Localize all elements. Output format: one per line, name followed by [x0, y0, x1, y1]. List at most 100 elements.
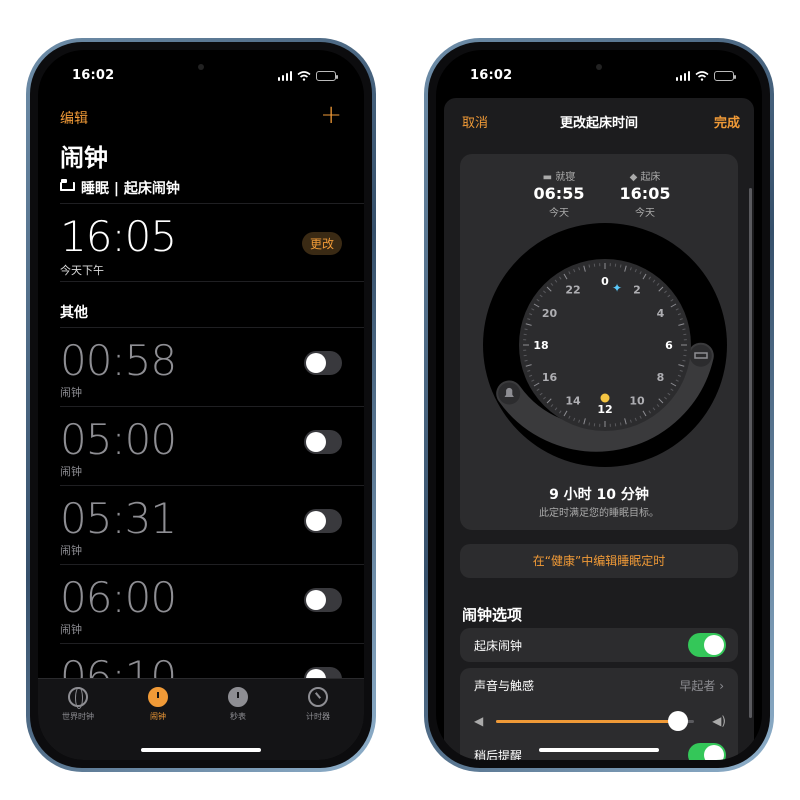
snooze-label: 稍后提醒 — [474, 749, 523, 760]
change-wake-time-screen: 16:02 取消 更改起床时间 完成 ▬ 就寝 06:55 今天 ◆ 起床 16… — [436, 50, 762, 760]
tab-alarm[interactable]: 闹钟 — [118, 687, 198, 722]
tab-timer[interactable]: 计时器 — [278, 687, 358, 722]
snooze-toggle[interactable] — [688, 743, 726, 760]
volume-row: ◀ ◀) — [460, 704, 738, 738]
wifi-icon — [695, 71, 709, 81]
battery-icon — [714, 71, 736, 81]
sleep-dial[interactable]: 0 2 4 6 8 10 14 16 18 20 22 12 ✦ — [480, 220, 730, 470]
sound-haptics-label: 声音与触感 — [474, 679, 535, 693]
edit-in-health-button[interactable]: 在“健康”中编辑睡眠定时 — [460, 544, 738, 578]
home-indicator[interactable] — [539, 748, 659, 752]
wifi-icon — [297, 71, 311, 81]
volume-thumb[interactable] — [668, 711, 689, 731]
globe-icon — [68, 687, 88, 709]
tab-label: 闹钟 — [150, 712, 166, 721]
sparkle-icon: ✦ — [612, 281, 622, 295]
right-phone: 16:02 取消 更改起床时间 完成 ▬ 就寝 06:55 今天 ◆ 起床 16… — [424, 38, 774, 772]
wake-alarm-subtitle: 今天下午 — [60, 264, 104, 277]
speaker-low-icon: ◀ — [474, 714, 484, 728]
dial-hour-label: 20 — [542, 307, 558, 320]
sleep-goal-note: 此定时满足您的睡眠目标。 — [539, 508, 659, 519]
sound-value: 早起者 — [679, 679, 716, 693]
alarm-label: 闹钟 — [60, 465, 82, 478]
dial-tick — [619, 422, 622, 426]
status-time: 16:02 — [72, 68, 115, 83]
cellular-signal-icon — [675, 71, 690, 81]
dial-tick — [524, 359, 528, 362]
bedtime-label: 就寝 — [555, 172, 576, 183]
alarm-label: 闹钟 — [60, 544, 82, 557]
edit-sheet: 取消 更改起床时间 完成 ▬ 就寝 06:55 今天 ◆ 起床 16:05 今天 — [444, 98, 754, 760]
alarm-row[interactable]: 06:00 闹钟 — [60, 565, 364, 644]
sleep-section-label: 睡眠 | 起床闹钟 — [81, 181, 180, 197]
dial-tick — [682, 359, 686, 362]
chevron-right-icon: › — [719, 679, 724, 693]
dial-hour-label: 22 — [565, 284, 580, 297]
status-bar: 16:02 — [436, 68, 762, 88]
left-phone: 16:02 编辑 + 闹钟 睡眠 | 起床闹钟 16:05 今天下午 更改 其他… — [26, 38, 376, 772]
bed-icon — [60, 179, 75, 191]
alarm-row[interactable]: 00:58 闹钟 — [60, 328, 364, 407]
alarm-time: 05:31 — [60, 494, 177, 543]
scrollbar[interactable] — [749, 188, 752, 718]
bedtime-summary: ▬ 就寝 06:55 今天 — [514, 168, 604, 219]
stopwatch-icon — [228, 687, 248, 707]
status-bar: 16:02 — [38, 68, 364, 88]
alarm-toggle[interactable] — [304, 351, 342, 375]
tab-label: 计时器 — [306, 712, 330, 721]
alarm-toggle[interactable] — [304, 430, 342, 454]
change-button[interactable]: 更改 — [301, 232, 342, 255]
tab-stopwatch[interactable]: 秒表 — [198, 687, 278, 722]
dial-hour-label: 8 — [657, 371, 665, 384]
sleep-schedule-card: ▬ 就寝 06:55 今天 ◆ 起床 16:05 今天 024 6 8 10 1… — [460, 154, 738, 530]
alarm-options-header: 闹钟选项 — [462, 606, 523, 624]
alarm-time: 06:00 — [60, 573, 177, 622]
dial-hour-label: 18 — [533, 339, 548, 352]
tab-label: 世界时钟 — [62, 712, 94, 721]
dial-tick — [524, 328, 528, 331]
bed-handle-icon[interactable] — [689, 344, 712, 367]
wake-alarm-row[interactable]: 16:05 今天下午 更改 — [60, 204, 364, 282]
alarm-time: 05:00 — [60, 415, 177, 464]
wake-alarm-time: 16:05 — [60, 212, 177, 261]
alarm-row[interactable]: 05:00 闹钟 — [60, 407, 364, 486]
dial-hour-label: 16 — [542, 371, 558, 384]
alarm-toggle[interactable] — [304, 588, 342, 612]
add-alarm-button[interactable]: + — [320, 102, 342, 128]
wake-alarm-toggle[interactable] — [688, 633, 726, 657]
wakeup-value: 16:05 — [619, 184, 671, 203]
speaker-high-icon: ◀) — [712, 714, 726, 728]
alarm-list-screen: 16:02 编辑 + 闹钟 睡眠 | 起床闹钟 16:05 今天下午 更改 其他… — [38, 50, 364, 760]
wakeup-day: 今天 — [635, 208, 655, 219]
home-indicator[interactable] — [141, 748, 261, 752]
dial-tick — [682, 328, 686, 331]
bed-icon: ▬ — [542, 172, 556, 183]
wake-alarm-row: 起床闹钟 — [460, 628, 738, 662]
dial-hour-label: 12 — [597, 403, 612, 416]
bedtime-value: 06:55 — [533, 184, 585, 203]
sun-icon — [600, 393, 610, 403]
sheet-header: 取消 更改起床时间 完成 — [444, 112, 754, 132]
volume-slider[interactable] — [496, 711, 694, 731]
timer-icon — [308, 687, 328, 707]
dial-hour-label: 14 — [565, 394, 581, 407]
volume-fill — [496, 720, 679, 723]
alarm-row[interactable]: 05:31 闹钟 — [60, 486, 364, 565]
edit-button[interactable]: 编辑 — [60, 108, 88, 128]
alarm-toggle[interactable] — [304, 509, 342, 533]
sleep-section-header: 睡眠 | 起床闹钟 — [60, 178, 364, 204]
sound-haptics-row[interactable]: 声音与触感 早起者 › — [460, 668, 738, 704]
wake-alarm-label: 起床闹钟 — [474, 639, 523, 653]
wakeup-label: 起床 — [640, 172, 661, 183]
dial-tick — [588, 264, 591, 268]
wakeup-summary: ◆ 起床 16:05 今天 — [600, 168, 690, 219]
dial-hour-label: 6 — [665, 339, 673, 352]
sleep-duration: 9 小时 10 分钟 — [549, 487, 649, 503]
dial-tick — [619, 264, 622, 268]
tab-world-clock[interactable]: 世界时钟 — [38, 687, 118, 722]
status-time: 16:02 — [470, 68, 513, 83]
nav-bar: 编辑 + — [60, 102, 342, 130]
dial-tick — [588, 422, 591, 426]
done-button[interactable]: 完成 — [714, 112, 740, 131]
dial-hour-label: 4 — [657, 307, 665, 320]
